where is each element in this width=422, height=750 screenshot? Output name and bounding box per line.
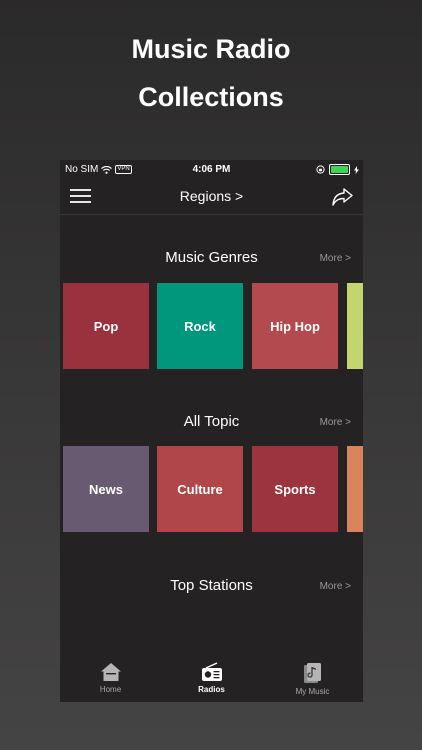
stations-more-link[interactable]: More > (320, 581, 351, 592)
topics-more-link[interactable]: More > (320, 417, 351, 428)
tab-home[interactable]: Home (60, 662, 161, 694)
topic-tile-culture[interactable]: Culture (157, 446, 243, 532)
home-icon (100, 663, 121, 681)
topic-tile-sports[interactable]: Sports (252, 446, 338, 532)
share-icon[interactable] (331, 186, 353, 208)
tab-my-music[interactable]: My Music (262, 662, 363, 696)
promo-title-line-2: Collections (138, 82, 284, 112)
topic-tile-news[interactable]: News (63, 446, 149, 532)
promo-title-line-1: Music Radio (131, 34, 291, 64)
tab-radios[interactable]: Radios (161, 662, 262, 694)
genre-tile-rock[interactable]: Rock (157, 283, 243, 369)
phone-screen: No SIM VPN 4:06 PM Regions > Music Genre… (60, 160, 363, 702)
genre-tile-hip-hop[interactable]: Hip Hop (252, 283, 338, 369)
battery-icon (329, 164, 350, 175)
nav-bar: Regions > (60, 180, 363, 215)
genres-title: Music Genres (165, 249, 258, 266)
orientation-lock-icon (316, 165, 325, 174)
status-bar: No SIM VPN 4:06 PM (60, 160, 363, 180)
genres-more-link[interactable]: More > (320, 253, 351, 264)
tab-home-label: Home (99, 685, 122, 694)
status-right (316, 164, 359, 175)
music-library-icon (303, 663, 321, 683)
genre-tile-pop[interactable]: Pop (63, 283, 149, 369)
topics-title: All Topic (183, 413, 240, 430)
battery-level (331, 166, 348, 173)
charging-bolt-icon (354, 165, 359, 174)
regions-link[interactable]: Regions > (60, 188, 363, 204)
tab-radios-label: Radios (198, 685, 225, 694)
topic-tile-partial[interactable] (347, 446, 363, 532)
genre-tile-partial[interactable] (347, 283, 363, 369)
tab-bar: Home Radios My Music (60, 656, 363, 702)
stations-title: Top Stations (170, 577, 253, 594)
radio-icon (201, 662, 222, 681)
tab-my-music-label: My Music (295, 687, 330, 696)
